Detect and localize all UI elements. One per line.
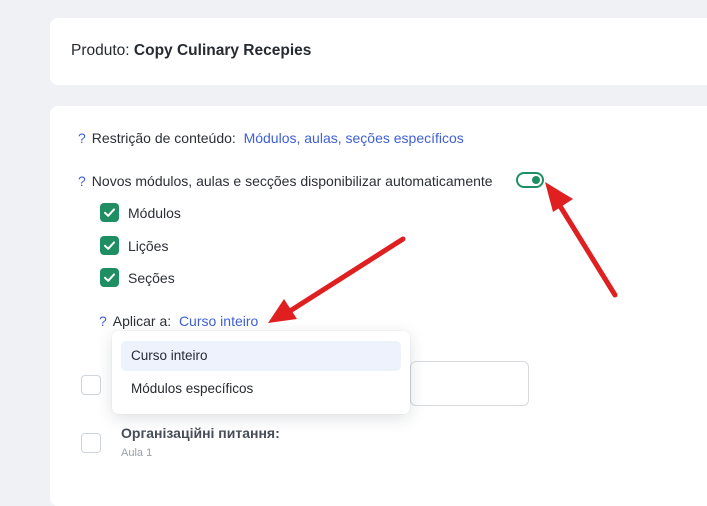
check-icon (104, 273, 115, 282)
apply-to-dropdown-menu: Curso inteiro Módulos específicos (112, 331, 410, 414)
lesson-title: Організаційні питання: (121, 425, 280, 441)
auto-release-toggle[interactable] (516, 172, 544, 188)
modules-checkbox-label: Módulos (128, 205, 181, 221)
auto-release-label: Novos módulos, aulas e secções disponibi… (91, 173, 493, 189)
product-header-card: Produto: Copy Culinary Recepies (50, 18, 707, 85)
lesson-subtitle: Aula 1 (121, 447, 153, 459)
apply-to-row: ? Aplicar a: Curso inteiro (99, 313, 258, 329)
product-name: Copy Culinary Recepies (133, 42, 312, 59)
toggle-knob (532, 176, 540, 184)
restriction-row: ? Restrição de conteúdo: Módulos, aulas, … (78, 130, 464, 146)
sections-checkbox-label: Seções (128, 270, 175, 286)
help-icon[interactable]: ? (99, 313, 107, 329)
apply-to-select[interactable]: Curso inteiro (179, 313, 258, 329)
auto-release-row: ? Novos módulos, aulas e secções disponib… (78, 173, 493, 189)
settings-card (50, 106, 707, 506)
product-title: Produto: Copy Culinary Recepies (71, 42, 311, 60)
lessons-checkbox[interactable] (100, 236, 119, 255)
product-label: Produto: (71, 42, 130, 59)
help-icon[interactable]: ? (78, 173, 86, 189)
check-icon (104, 241, 115, 250)
dropdown-option-specific-modules[interactable]: Módulos específicos (121, 374, 401, 404)
sections-checkbox[interactable] (100, 268, 119, 287)
modules-checkbox[interactable] (100, 203, 119, 222)
item-checkbox[interactable] (81, 375, 101, 395)
help-icon[interactable]: ? (78, 130, 86, 146)
restriction-value-link[interactable]: Módulos, aulas, seções específicos (244, 130, 464, 146)
apply-to-label: Aplicar a: (112, 313, 172, 329)
lesson-checkbox[interactable] (81, 433, 101, 453)
dropdown-option-whole-course[interactable]: Curso inteiro (121, 341, 401, 371)
restriction-label: Restrição de conteúdo: (91, 130, 236, 146)
text-input[interactable] (410, 361, 529, 406)
lessons-checkbox-label: Lições (128, 238, 169, 254)
check-icon (104, 208, 115, 217)
